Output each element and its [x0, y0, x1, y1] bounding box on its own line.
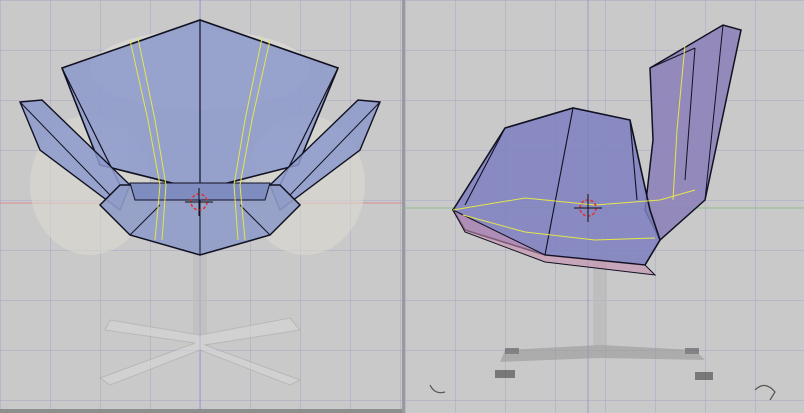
side-viewport-canvas[interactable]: [405, 0, 804, 413]
side-viewport[interactable]: [405, 0, 804, 413]
chair-mesh-side[interactable]: [451, 24, 742, 276]
viewport-bottom-edge: [0, 409, 402, 413]
front-viewport[interactable]: [0, 0, 402, 413]
reference-image-side: [495, 262, 713, 380]
view-axis-icon: [429, 384, 776, 401]
front-viewport-canvas[interactable]: [0, 0, 402, 413]
